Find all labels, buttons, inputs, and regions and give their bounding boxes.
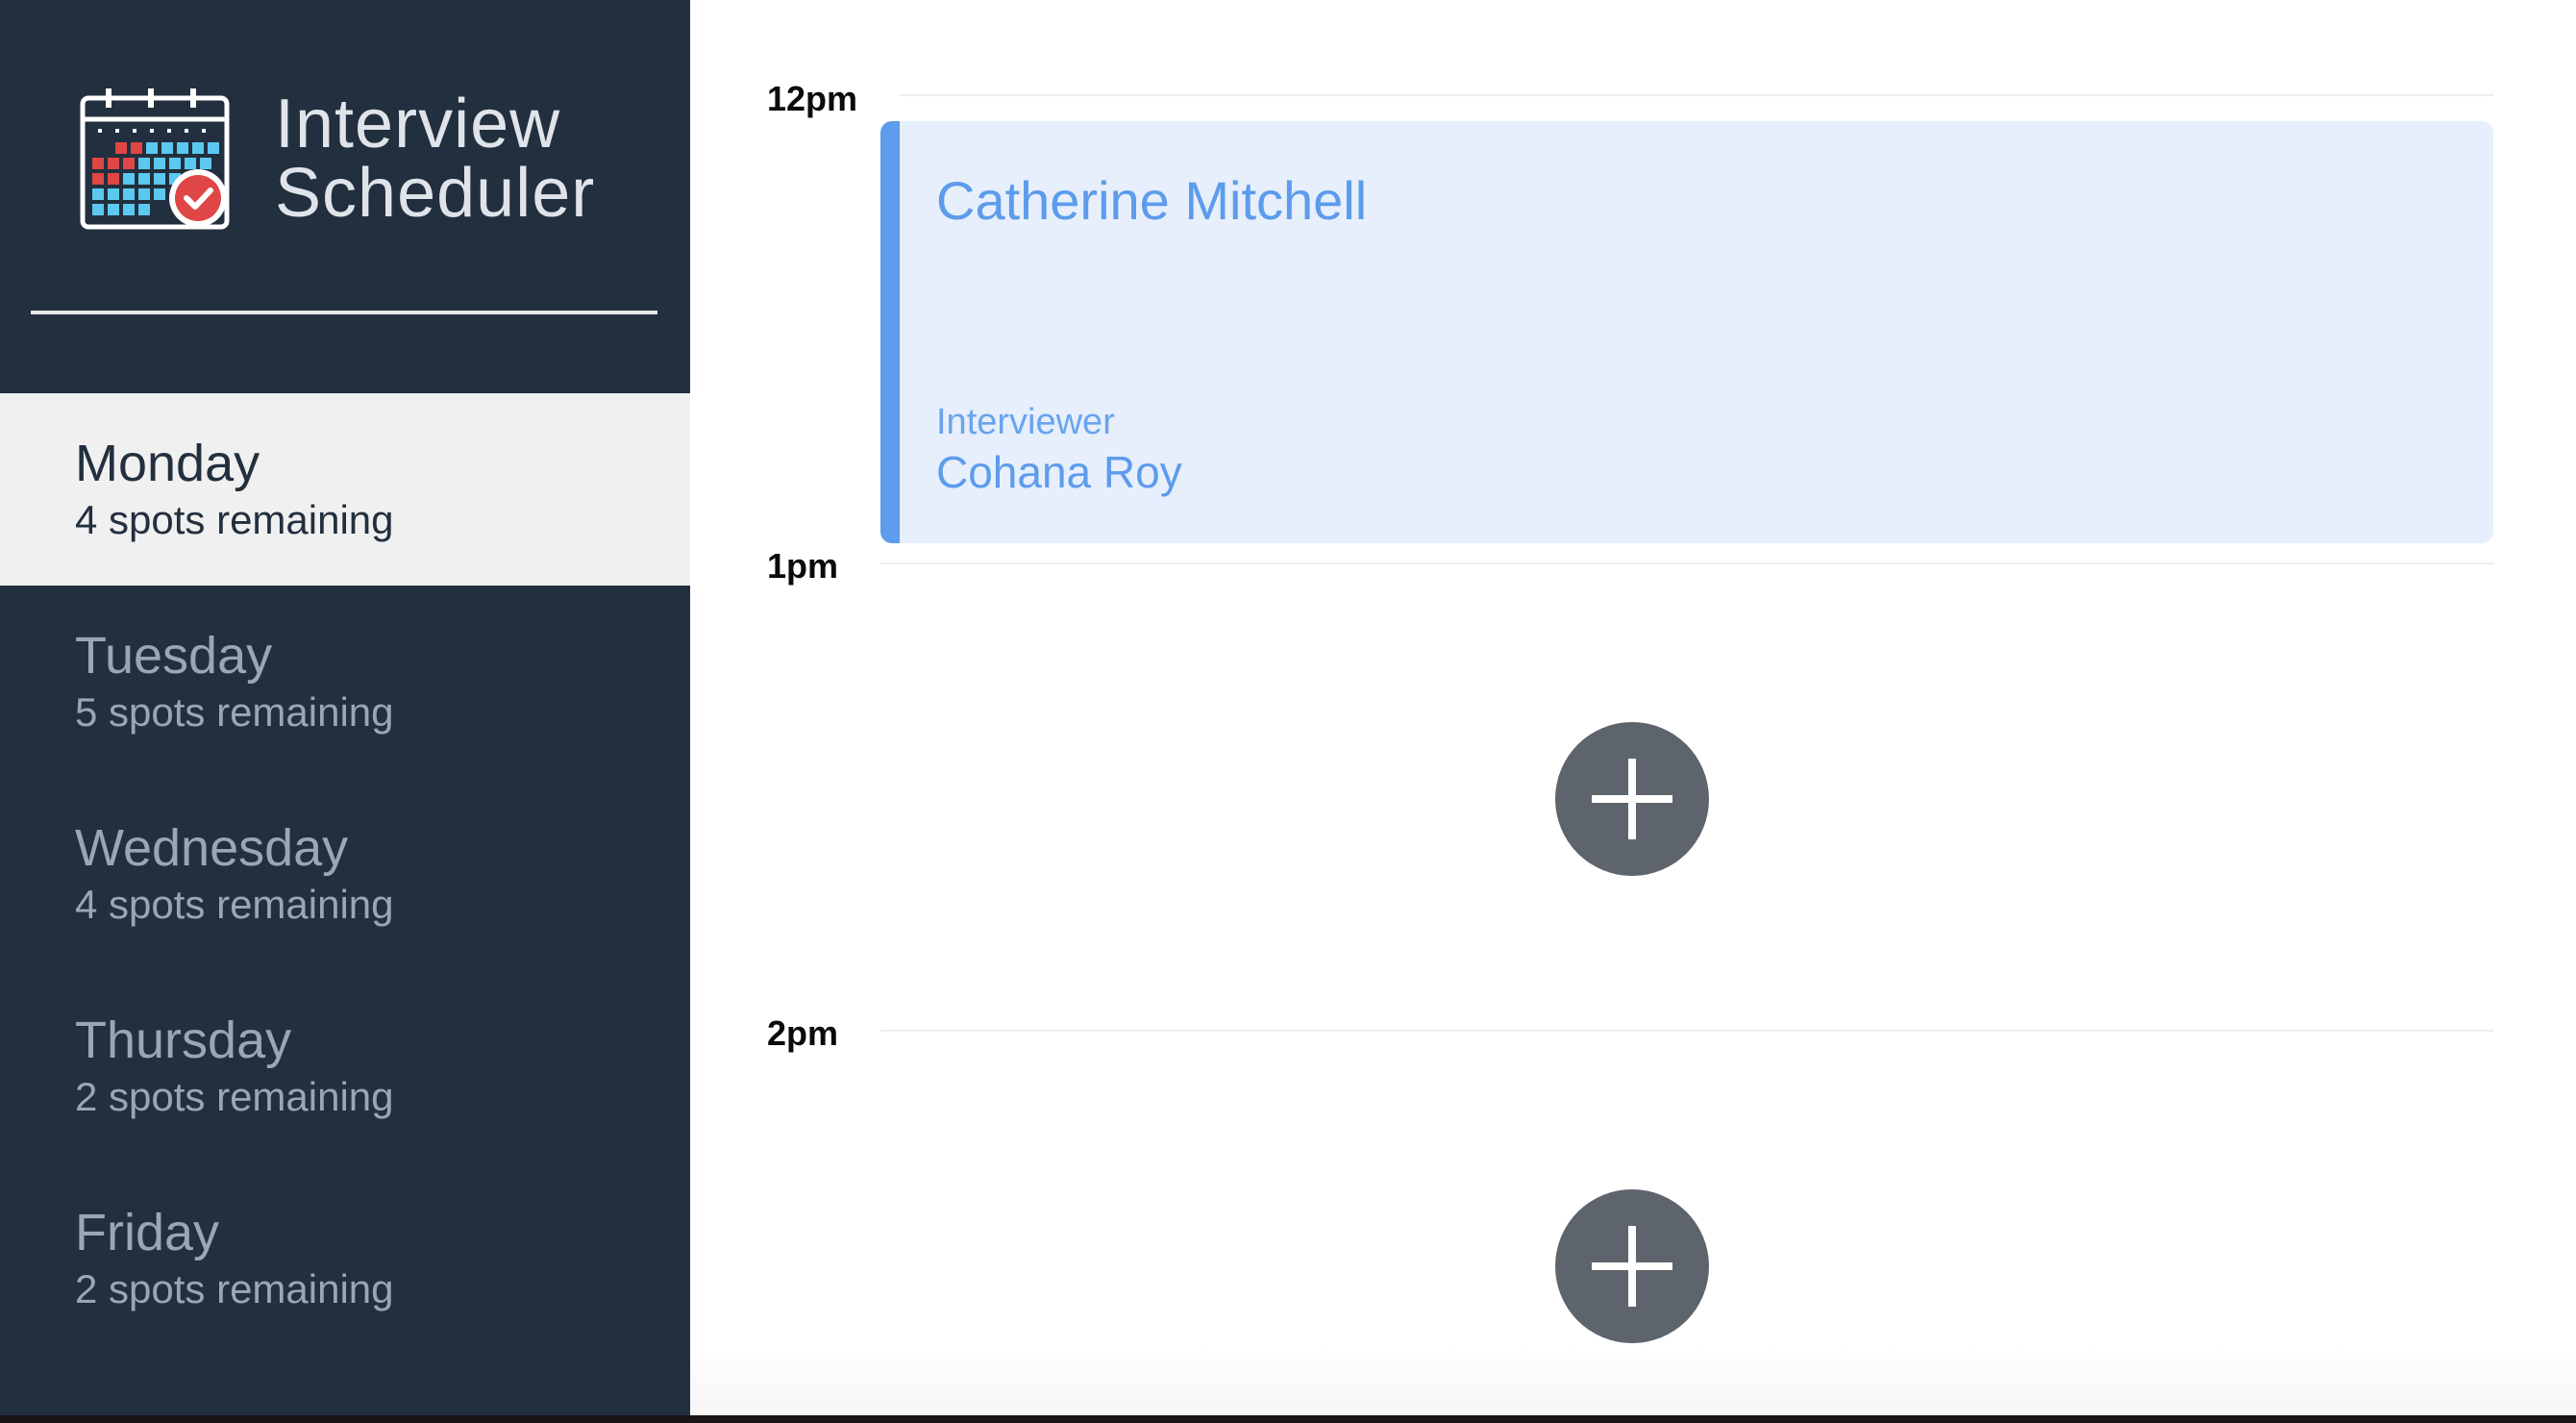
- day-item-tuesday[interactable]: Tuesday 5 spots remaining: [0, 586, 690, 778]
- app-title-line1: Interview: [275, 86, 561, 162]
- sidebar: Interview Scheduler Monday 4 spots remai…: [0, 0, 690, 1415]
- hour-divider: [880, 562, 2493, 564]
- hour-label: 12pm: [767, 79, 858, 118]
- day-list: Monday 4 spots remaining Tuesday 5 spots…: [0, 393, 690, 1355]
- sidebar-divider: [31, 311, 657, 314]
- day-name: Friday: [75, 1204, 220, 1261]
- day-item-wednesday[interactable]: Wednesday 4 spots remaining: [0, 778, 690, 970]
- appointment-card[interactable]: Catherine Mitchell Interviewer Cohana Ro…: [880, 121, 2493, 543]
- interviewer-label: Interviewer: [936, 402, 1115, 442]
- add-appointment-button[interactable]: [1555, 1189, 1709, 1343]
- app-title: Interview Scheduler: [275, 89, 595, 228]
- hour-label: 1pm: [767, 546, 839, 586]
- bottom-fade: [690, 1348, 2576, 1415]
- app-window: Interview Scheduler Monday 4 spots remai…: [0, 0, 2576, 1415]
- day-spots: 2 spots remaining: [75, 1074, 394, 1119]
- hour-divider: [900, 94, 2493, 96]
- schedule: 12pm Catherine Mitchell Interviewer Coha…: [690, 0, 2576, 1415]
- day-spots: 2 spots remaining: [75, 1266, 394, 1311]
- day-spots: 5 spots remaining: [75, 689, 394, 735]
- interviewer-name: Cohana Roy: [936, 447, 1182, 497]
- hour-divider: [880, 1030, 2493, 1032]
- day-spots: 4 spots remaining: [75, 882, 394, 927]
- day-name: Monday: [75, 435, 260, 492]
- day-spots: 4 spots remaining: [75, 497, 394, 542]
- add-appointment-button[interactable]: [1555, 722, 1709, 876]
- hour-label: 2pm: [767, 1013, 839, 1053]
- app-title-line2: Scheduler: [275, 155, 596, 232]
- student-name: Catherine Mitchell: [936, 170, 1368, 231]
- app-logo: Interview Scheduler: [77, 85, 595, 233]
- day-item-thursday[interactable]: Thursday 2 spots remaining: [0, 970, 690, 1162]
- day-name: Wednesday: [75, 819, 349, 877]
- day-item-friday[interactable]: Friday 2 spots remaining: [0, 1162, 690, 1355]
- day-name: Tuesday: [75, 627, 273, 685]
- day-item-monday[interactable]: Monday 4 spots remaining: [0, 393, 690, 586]
- day-name: Thursday: [75, 1011, 292, 1069]
- calendar-check-icon: [80, 88, 230, 230]
